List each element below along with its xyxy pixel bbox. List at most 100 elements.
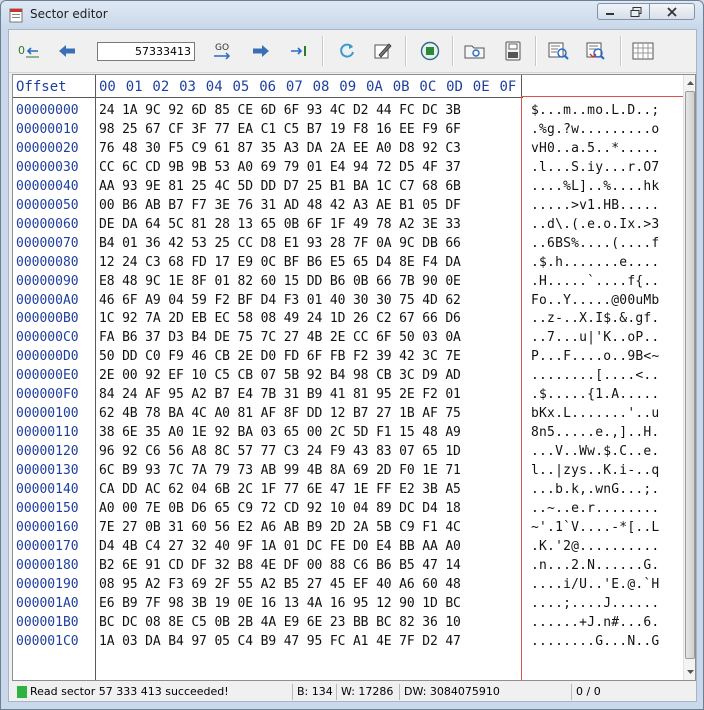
- open-button[interactable]: [461, 38, 489, 64]
- row-hex-bytes[interactable]: 38 6E 35 A0 1E 92 BA 03 65 00 2C 5D F1 1…: [99, 425, 461, 440]
- row-hex-bytes[interactable]: B2 6E 91 CD DF 32 B8 4E DF 00 88 C6 B6 B…: [99, 558, 461, 573]
- row-offset: 00000050: [16, 197, 79, 213]
- column-header: 0D: [446, 79, 463, 95]
- row-hex-bytes[interactable]: BC DC 08 8E C5 0B 2B 4A E9 6E 23 BB BC 8…: [99, 615, 461, 630]
- ascii-divider: [521, 75, 522, 97]
- row-hex-bytes[interactable]: E6 B9 7F 98 3B 19 0E 16 13 4A 16 95 12 9…: [99, 596, 461, 611]
- row-offset: 00000010: [16, 121, 79, 137]
- status-position: 0 / 0: [571, 684, 691, 700]
- row-hex-bytes[interactable]: 84 24 AF 95 A2 B7 E4 7B 31 B9 41 81 95 2…: [99, 387, 461, 402]
- chevron-down-icon: [687, 669, 694, 674]
- back-arrow-icon: [59, 45, 75, 57]
- column-header: 01: [125, 79, 143, 95]
- next-sector-button[interactable]: [247, 38, 275, 64]
- restore-icon: [630, 6, 641, 17]
- row-hex-bytes[interactable]: 1C 92 7A 2D EB EC 58 08 49 24 1D 26 C2 6…: [99, 311, 461, 326]
- row-offset: 00000160: [16, 519, 79, 535]
- row-hex-bytes[interactable]: 00 B6 AB B7 F7 3E 76 31 AD 48 42 A3 AE B…: [99, 198, 461, 213]
- row-hex-bytes[interactable]: FA B6 37 D3 B4 DE 75 7C 27 4B 2E CC 6F 5…: [99, 330, 461, 345]
- row-hex-bytes[interactable]: CC 6C CD 9B 9B 53 A0 69 79 01 E4 94 72 D…: [99, 160, 461, 175]
- row-hex-bytes[interactable]: 2E 00 92 EF 10 C5 CB 07 5B 92 B4 98 CB 3…: [99, 368, 461, 383]
- maximize-button[interactable]: [622, 3, 649, 20]
- goto-start-icon: 0: [18, 44, 39, 58]
- row-hex-bytes[interactable]: 50 DD C0 F9 46 CB 2E D0 FD 6F FB F2 39 4…: [99, 349, 461, 364]
- find-next-button[interactable]: [583, 38, 611, 64]
- row-hex-bytes[interactable]: 08 95 A2 F3 69 2F 55 A2 B5 27 45 EF 40 A…: [99, 577, 461, 592]
- row-hex-bytes[interactable]: D4 4B C4 27 32 40 9F 1A 01 DC FE D0 E4 B…: [99, 539, 461, 554]
- row-offset: 00000080: [16, 254, 79, 270]
- client-area: 0 GO: [8, 29, 697, 702]
- row-hex-bytes[interactable]: B4 01 36 42 53 25 CC D8 E1 93 28 7F 0A 9…: [99, 236, 461, 251]
- title-bar[interactable]: Sector editor: [1, 1, 703, 29]
- row-hex-bytes[interactable]: A0 00 7E 0B D6 65 C9 72 CD 92 10 04 89 D…: [99, 501, 461, 516]
- find-icon: [548, 42, 569, 60]
- column-header: 04: [205, 79, 223, 95]
- close-button[interactable]: [649, 3, 695, 20]
- row-hex-bytes[interactable]: 76 48 30 F5 C9 61 87 35 A3 DA 2A EE A0 D…: [99, 141, 461, 156]
- row-hex-bytes[interactable]: 7E 27 0B 31 60 56 E2 A6 AB B9 2D 2A 5B C…: [99, 520, 461, 535]
- header-divider: [13, 97, 523, 98]
- row-offset: 000000F0: [16, 387, 79, 403]
- row-offset: 00000040: [16, 178, 79, 194]
- scroll-down-button[interactable]: [684, 665, 695, 678]
- toolbar-separator: [535, 36, 537, 66]
- refresh-button[interactable]: [333, 38, 361, 64]
- minimize-button[interactable]: [597, 3, 623, 20]
- toolbar-separator: [452, 36, 454, 66]
- row-hex-bytes[interactable]: 6C B9 93 7C 7A 79 73 AB 99 4B 8A 69 2D F…: [99, 463, 461, 478]
- minimize-icon: [606, 12, 614, 15]
- refresh-icon: [340, 43, 354, 58]
- edit-button[interactable]: [369, 38, 397, 64]
- row-hex-bytes[interactable]: 62 4B 78 BA 4C A0 81 AF 8F DD 12 B7 27 1…: [99, 406, 461, 421]
- row-offset: 00000060: [16, 216, 79, 232]
- row-offset: 00000120: [16, 444, 79, 460]
- status-byte: B: 134: [292, 684, 336, 700]
- row-offset: 00000150: [16, 500, 79, 516]
- previous-sector-button[interactable]: [53, 38, 81, 64]
- row-offset: 00000170: [16, 538, 79, 554]
- goto-end-button[interactable]: [285, 38, 313, 64]
- row-hex-bytes[interactable]: AA 93 9E 81 25 4C 5D DD D7 25 B1 BA 1C C…: [99, 179, 461, 194]
- row-offset: 00000030: [16, 159, 79, 175]
- save-button[interactable]: [499, 38, 527, 64]
- goto-end-icon: [291, 46, 306, 56]
- scroll-thumb[interactable]: [685, 91, 695, 659]
- goto-start-button[interactable]: 0: [15, 38, 43, 64]
- find-button[interactable]: [545, 38, 573, 64]
- toolbar-separator: [405, 36, 407, 66]
- row-hex-bytes[interactable]: 24 1A 9C 92 6D 85 CE 6D 6F 93 4C D2 44 F…: [99, 103, 461, 118]
- row-offset: 00000190: [16, 576, 79, 592]
- row-offset: 00000020: [16, 140, 79, 156]
- hex-view[interactable]: Offset 00 01 02 03 04 05 06 07 08 09 0A 0B 0C 0D 0E 0F …: [12, 74, 696, 681]
- grid-view-button[interactable]: [629, 38, 657, 64]
- open-folder-icon: [464, 45, 485, 59]
- row-hex-bytes[interactable]: 98 25 67 CF 3F 77 EA C1 C5 B7 19 F8 16 E…: [99, 122, 461, 137]
- sector-number-input[interactable]: [97, 42, 195, 61]
- row-hex-bytes[interactable]: CA DD AC 62 04 6B 2C 1F 77 6E 47 1E FF E…: [99, 482, 461, 497]
- column-header: 0A: [366, 79, 383, 95]
- row-hex-bytes[interactable]: 96 92 C6 56 A8 8C 57 77 C3 24 F9 43 83 0…: [99, 444, 461, 459]
- sector-editor-window: Sector editor 0 57333413 GO Offset 00 01…: [0, 0, 704, 710]
- row-offset: 000001B0: [16, 614, 79, 630]
- column-header: 0C: [419, 79, 437, 95]
- status-message: Read sector 57 333 413 succeeded!: [30, 685, 229, 698]
- row-offset: 000000E0: [16, 368, 79, 384]
- vertical-scrollbar[interactable]: [683, 75, 695, 680]
- column-header: 0B: [392, 79, 410, 95]
- row-offset: 00000140: [16, 482, 79, 497]
- row-hex-bytes[interactable]: 46 6F A9 04 59 F2 BF D4 F3 01 40 30 30 7…: [99, 293, 461, 308]
- toolbar-separator: [620, 36, 622, 66]
- row-hex-bytes[interactable]: 1A 03 DA B4 97 05 C4 B9 47 95 FC A1 4E 7…: [99, 634, 461, 649]
- stop-button[interactable]: [416, 38, 444, 64]
- column-header: 00: [99, 79, 116, 95]
- status-word: W: 17286: [336, 684, 399, 700]
- row-hex-bytes[interactable]: E8 48 9C 1E 8F 01 82 60 15 DD B6 0B 66 7…: [99, 274, 461, 289]
- row-hex-bytes[interactable]: DE DA 64 5C 81 28 13 65 0B 6F 1F 49 78 A…: [99, 217, 461, 232]
- close-icon: [667, 6, 677, 17]
- scroll-up-button[interactable]: [684, 76, 695, 89]
- go-button[interactable]: GO: [209, 38, 237, 64]
- row-hex-bytes[interactable]: 12 24 C3 68 FD 17 E9 0C BF B6 E5 65 D4 8…: [99, 255, 461, 270]
- row-offset: 000000D0: [16, 349, 79, 365]
- app-icon: [9, 8, 23, 23]
- row-offset: 00000100: [16, 406, 79, 422]
